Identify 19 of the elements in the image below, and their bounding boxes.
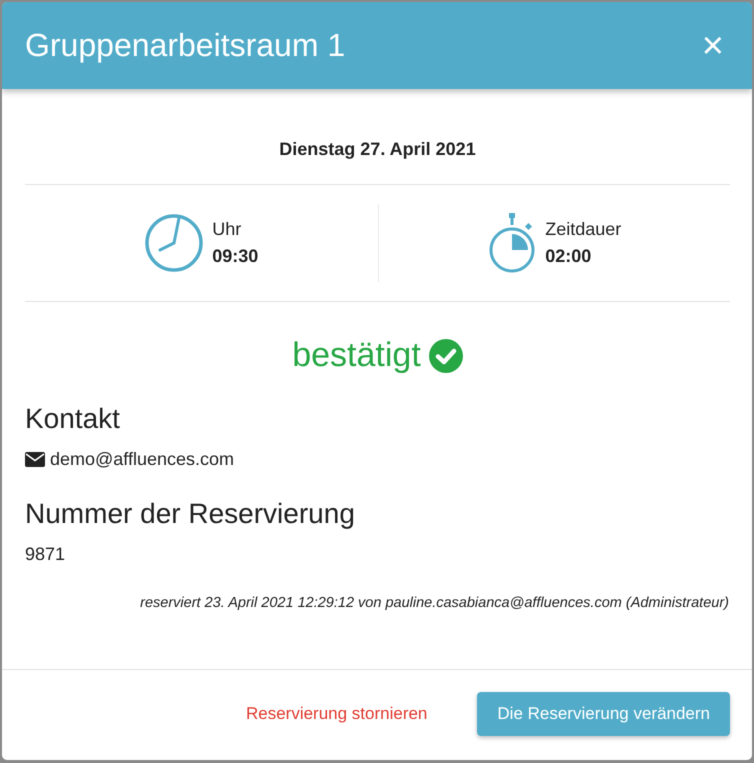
section-heading: Nummer der Reservierung — [25, 498, 356, 530]
section-heading: Kontakt — [25, 403, 121, 435]
reservation-number: 9871 — [25, 544, 66, 565]
close-button[interactable]: × — [698, 26, 728, 64]
clock-icon — [144, 213, 204, 273]
info-value: 09:30 — [212, 246, 258, 267]
info-label: Zeitdauer — [545, 219, 622, 240]
status-text: bestätigt — [292, 336, 421, 375]
envelope-icon — [25, 452, 45, 467]
dialog-title: Gruppenarbeitsraum 1 — [25, 27, 346, 64]
stopwatch-icon — [487, 213, 538, 273]
date-heading: Dienstag 27. April 2021 — [278, 139, 477, 160]
info-value: 02:00 — [545, 246, 592, 267]
cancel-link[interactable]: Reservierung stornieren — [226, 692, 448, 736]
edit-button[interactable]: Die Reservierung verändern — [477, 692, 730, 736]
info-label: Uhr — [212, 219, 242, 240]
check-circle-icon — [428, 338, 463, 372]
email-text: demo@affluences.com — [50, 449, 234, 470]
reservation-note: reserviert 23. April 2021 12:29:12 von pauline.casabianca@affluences.com (Administrateur) — [139, 595, 730, 611]
